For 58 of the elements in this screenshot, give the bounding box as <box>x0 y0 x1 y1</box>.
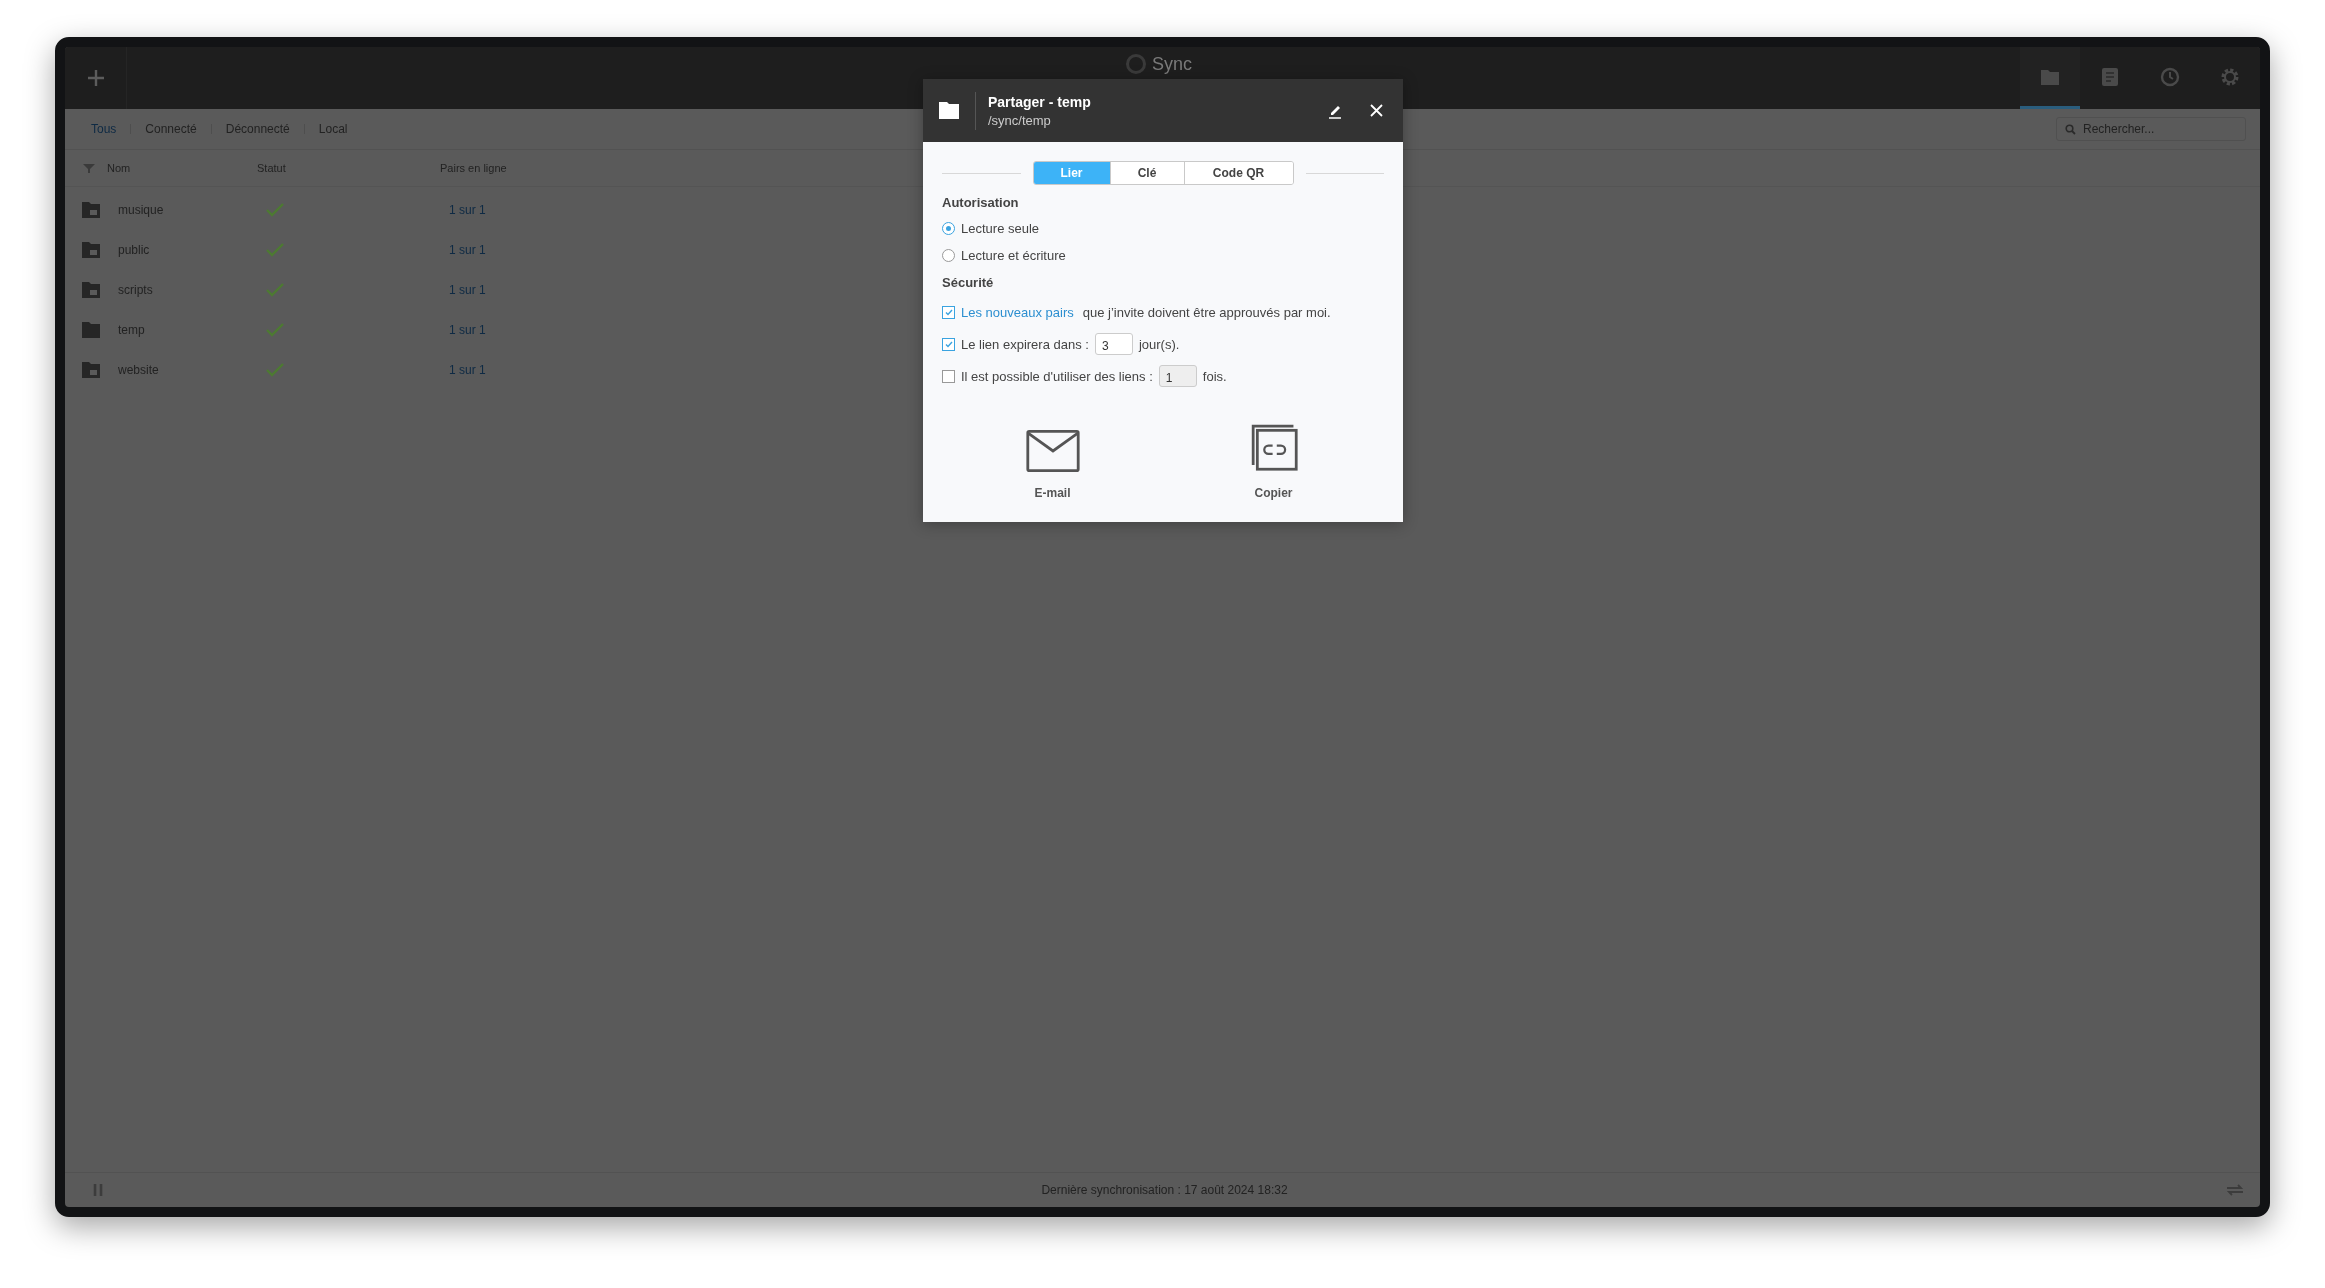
dialog-title: Partager - temp <box>988 93 1092 110</box>
share-tab[interactable]: Lier <box>1033 162 1110 184</box>
permission-option[interactable]: Lecture seule <box>942 220 1384 237</box>
option-label: Lecture et écriture <box>961 248 1066 263</box>
logo-icon <box>1125 53 1147 75</box>
checkbox[interactable] <box>942 337 955 351</box>
peers-link[interactable]: Les nouveaux pairs <box>961 304 1074 320</box>
peers-link[interactable]: 1 sur 1 <box>449 363 649 377</box>
unit-label: fois. <box>1202 368 1227 384</box>
folder-icon <box>939 102 959 119</box>
section-heading: Autorisation <box>942 195 1020 210</box>
plus-icon <box>86 69 105 87</box>
option-label: que j’invite doivent être approuvés par moi. <box>1082 304 1331 320</box>
share-tab[interactable]: Clé <box>1109 162 1184 184</box>
transfer-arrows-icon[interactable] <box>2226 1184 2244 1196</box>
peers-link[interactable]: 1 sur 1 <box>449 203 649 217</box>
column-header: Nom <box>107 162 132 174</box>
status-text: Dernière synchronisation : 17 août 2024 18:32 <box>1040 1183 1289 1197</box>
pause-icon[interactable] <box>93 1184 103 1196</box>
filter-tab[interactable]: Tous <box>77 122 131 136</box>
filter-tab[interactable]: Local <box>304 122 362 136</box>
permission-option[interactable]: Lecture et écriture <box>942 247 1384 264</box>
nav-folders-button[interactable] <box>2020 47 2080 109</box>
section-heading: Sécurité <box>942 275 995 290</box>
note-icon <box>2101 66 2119 87</box>
logo-text: Sync <box>1152 53 1193 75</box>
search-icon <box>2065 124 2076 135</box>
search-field[interactable]: Rechercher... <box>2056 117 2246 141</box>
peers-link[interactable]: 1 sur 1 <box>449 283 649 297</box>
peers-link[interactable]: 1 sur 1 <box>449 323 649 337</box>
settings-icon <box>2220 66 2240 87</box>
envelope-icon <box>1025 430 1080 472</box>
filter-icon[interactable] <box>83 163 95 173</box>
checkbox[interactable] <box>942 305 955 319</box>
filter-tab[interactable]: Connecté <box>131 122 211 136</box>
number-field[interactable]: 3 <box>1094 333 1133 355</box>
folder-name[interactable]: scripts <box>118 283 266 297</box>
column-header: Pairs en ligne <box>440 162 508 174</box>
option-label: Il est possible d'utiliser des liens : <box>961 368 1153 384</box>
share-tab[interactable]: Code QR <box>1183 162 1293 184</box>
folder-icon <box>2040 67 2060 86</box>
folder-path: /sync/temp <box>988 112 1052 128</box>
option-label: Lecture seule <box>961 221 1040 236</box>
radio-button[interactable] <box>942 222 955 235</box>
close-icon <box>1370 104 1383 117</box>
radio-button[interactable] <box>942 249 955 262</box>
folder-name[interactable]: website <box>118 363 266 377</box>
folder-name[interactable]: temp <box>118 323 266 337</box>
clock-icon <box>2160 66 2180 87</box>
filter-tab[interactable]: Déconnecté <box>211 122 304 136</box>
unit-label: jour(s). <box>1138 336 1180 352</box>
add-button[interactable] <box>65 47 127 109</box>
copy-button[interactable]: Copier <box>1218 420 1329 500</box>
email-button[interactable]: E-mail <box>997 420 1108 500</box>
peers-link[interactable]: 1 sur 1 <box>449 243 649 257</box>
folder-name[interactable]: public <box>118 243 266 257</box>
folder-name[interactable]: musique <box>118 203 266 217</box>
option-label: Le lien expirera dans : <box>961 336 1089 352</box>
